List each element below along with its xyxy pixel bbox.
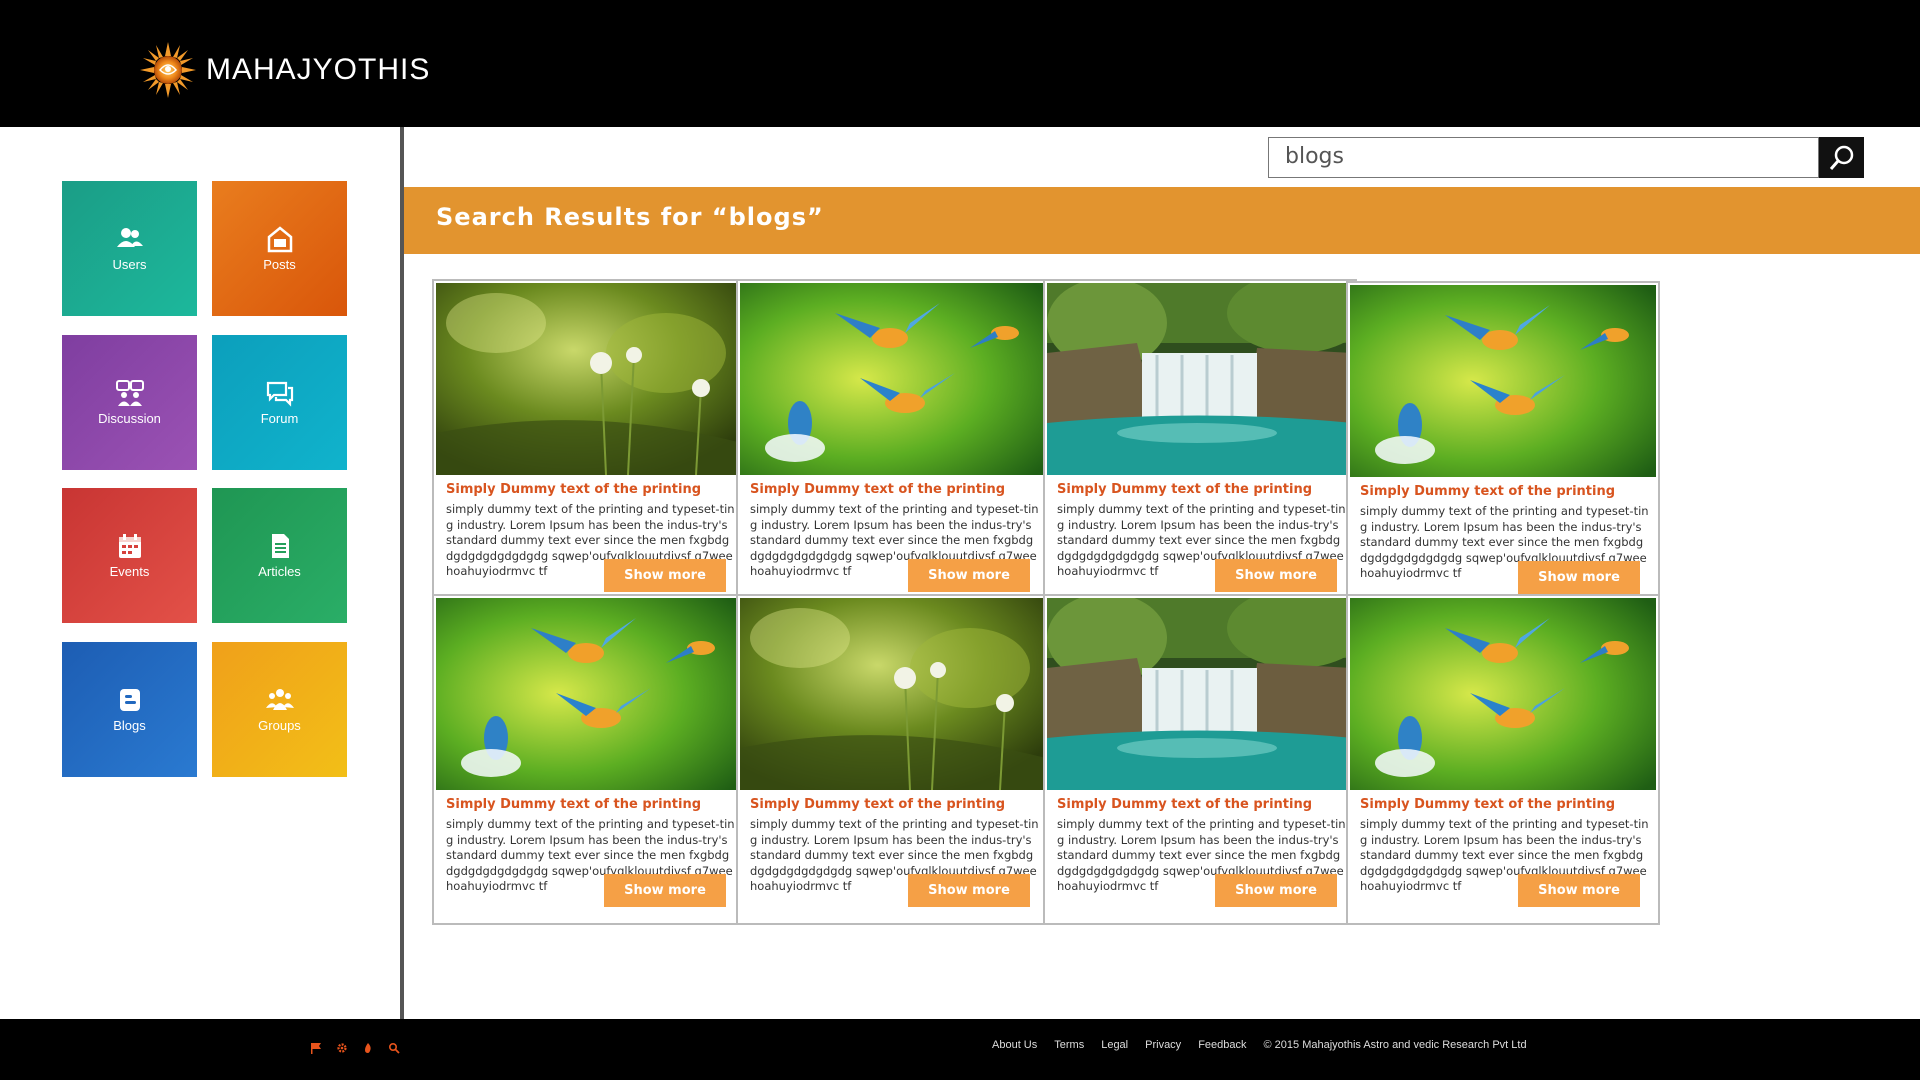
card-title[interactable]: Simply Dummy text of the printing bbox=[750, 797, 1005, 812]
users-icon bbox=[116, 228, 143, 247]
footer-link-privacy[interactable]: Privacy bbox=[1145, 1039, 1181, 1051]
show-more-button[interactable]: Show more bbox=[604, 874, 726, 907]
fire-icon[interactable] bbox=[362, 1041, 374, 1053]
footer-link-feedback[interactable]: Feedback bbox=[1198, 1039, 1246, 1051]
card-title[interactable]: Simply Dummy text of the printing bbox=[446, 797, 701, 812]
article-icon bbox=[271, 534, 289, 558]
result-card[interactable]: Simply Dummy text of the printing simply … bbox=[736, 279, 1050, 610]
card-image[interactable] bbox=[436, 283, 742, 475]
sidebar: Users Posts Discussion Forum Events Arti… bbox=[0, 127, 400, 1019]
result-card[interactable]: Simply Dummy text of the printing simply … bbox=[432, 279, 746, 610]
tile-label: Discussion bbox=[98, 411, 161, 426]
card-title[interactable]: Simply Dummy text of the printing bbox=[1360, 484, 1615, 499]
footer-links: About Us Terms Legal Privacy Feedback © … bbox=[992, 1039, 1527, 1051]
footer-link-legal[interactable]: Legal bbox=[1101, 1039, 1128, 1051]
result-card[interactable]: Simply Dummy text of the printing simply … bbox=[1346, 281, 1660, 612]
card-image[interactable] bbox=[740, 598, 1046, 790]
show-more-button[interactable]: Show more bbox=[908, 559, 1030, 592]
tile-label: Users bbox=[112, 257, 147, 272]
tile-label: Events bbox=[109, 564, 150, 579]
footer-link-terms[interactable]: Terms bbox=[1054, 1039, 1084, 1051]
forum-icon bbox=[266, 381, 293, 407]
brand-name: MAHAJYOTHIS bbox=[206, 53, 431, 86]
results-banner: Search Results for “blogs” bbox=[404, 187, 1920, 254]
tile-forum[interactable]: Forum bbox=[212, 335, 347, 470]
tile-label: Groups bbox=[258, 718, 301, 733]
card-image[interactable] bbox=[1350, 598, 1656, 790]
top-header: MAHAJYOTHIS bbox=[0, 0, 1920, 127]
card-title[interactable]: Simply Dummy text of the printing bbox=[1057, 797, 1312, 812]
search-icon bbox=[1829, 145, 1853, 170]
logo[interactable]: MAHAJYOTHIS bbox=[138, 40, 430, 100]
footer-icons bbox=[310, 1041, 400, 1054]
tile-label: Forum bbox=[260, 411, 299, 426]
discussion-icon bbox=[115, 380, 144, 406]
card-title[interactable]: Simply Dummy text of the printing bbox=[1057, 482, 1312, 497]
result-card[interactable]: Simply Dummy text of the printing simply … bbox=[1346, 594, 1660, 925]
tile-users[interactable]: Users bbox=[62, 181, 197, 316]
page-title: Search Results for “blogs” bbox=[436, 203, 824, 231]
tile-label: Articles bbox=[258, 564, 301, 579]
copyright-text: © 2015 Mahajyothis Astro and vedic Resea… bbox=[1263, 1039, 1527, 1051]
card-title[interactable]: Simply Dummy text of the printing bbox=[1360, 797, 1615, 812]
tile-articles[interactable]: Articles bbox=[212, 488, 347, 623]
card-image[interactable] bbox=[740, 283, 1046, 475]
show-more-button[interactable]: Show more bbox=[604, 559, 726, 592]
gear-icon[interactable] bbox=[336, 1041, 348, 1053]
groups-icon bbox=[265, 689, 294, 710]
show-more-button[interactable]: Show more bbox=[1518, 561, 1640, 594]
card-image[interactable] bbox=[1350, 285, 1656, 477]
card-title[interactable]: Simply Dummy text of the printing bbox=[446, 482, 701, 497]
show-more-button[interactable]: Show more bbox=[1518, 874, 1640, 907]
show-more-button[interactable]: Show more bbox=[1215, 874, 1337, 907]
card-image[interactable] bbox=[1047, 598, 1353, 790]
card-image[interactable] bbox=[1047, 283, 1353, 475]
tile-blogs[interactable]: Blogs bbox=[62, 642, 197, 777]
search-input[interactable]: blogs bbox=[1268, 137, 1819, 178]
tile-events[interactable]: Events bbox=[62, 488, 197, 623]
footer-link-about[interactable]: About Us bbox=[992, 1039, 1037, 1051]
show-more-button[interactable]: Show more bbox=[908, 874, 1030, 907]
tile-label: Blogs bbox=[113, 718, 146, 733]
result-card[interactable]: Simply Dummy text of the printing simply … bbox=[1043, 279, 1357, 610]
flag-icon[interactable] bbox=[310, 1041, 322, 1054]
show-more-button[interactable]: Show more bbox=[1215, 559, 1337, 592]
main-content: blogs Search Results for “blogs” Simply … bbox=[404, 127, 1920, 1019]
posts-icon bbox=[267, 226, 292, 253]
card-image[interactable] bbox=[436, 598, 742, 790]
result-card[interactable]: Simply Dummy text of the printing simply … bbox=[736, 594, 1050, 925]
search-button[interactable] bbox=[1819, 137, 1864, 178]
tile-discussion[interactable]: Discussion bbox=[62, 335, 197, 470]
footer: About Us Terms Legal Privacy Feedback © … bbox=[0, 1019, 1920, 1080]
result-card[interactable]: Simply Dummy text of the printing simply … bbox=[1043, 594, 1357, 925]
search-icon[interactable] bbox=[388, 1041, 400, 1054]
sun-logo-icon bbox=[138, 40, 198, 100]
blogger-icon bbox=[119, 689, 140, 711]
tile-label: Posts bbox=[263, 257, 296, 272]
tile-groups[interactable]: Groups bbox=[212, 642, 347, 777]
calendar-icon bbox=[118, 534, 141, 558]
result-card[interactable]: Simply Dummy text of the printing simply … bbox=[432, 594, 746, 925]
tile-posts[interactable]: Posts bbox=[212, 181, 347, 316]
card-title[interactable]: Simply Dummy text of the printing bbox=[750, 482, 1005, 497]
